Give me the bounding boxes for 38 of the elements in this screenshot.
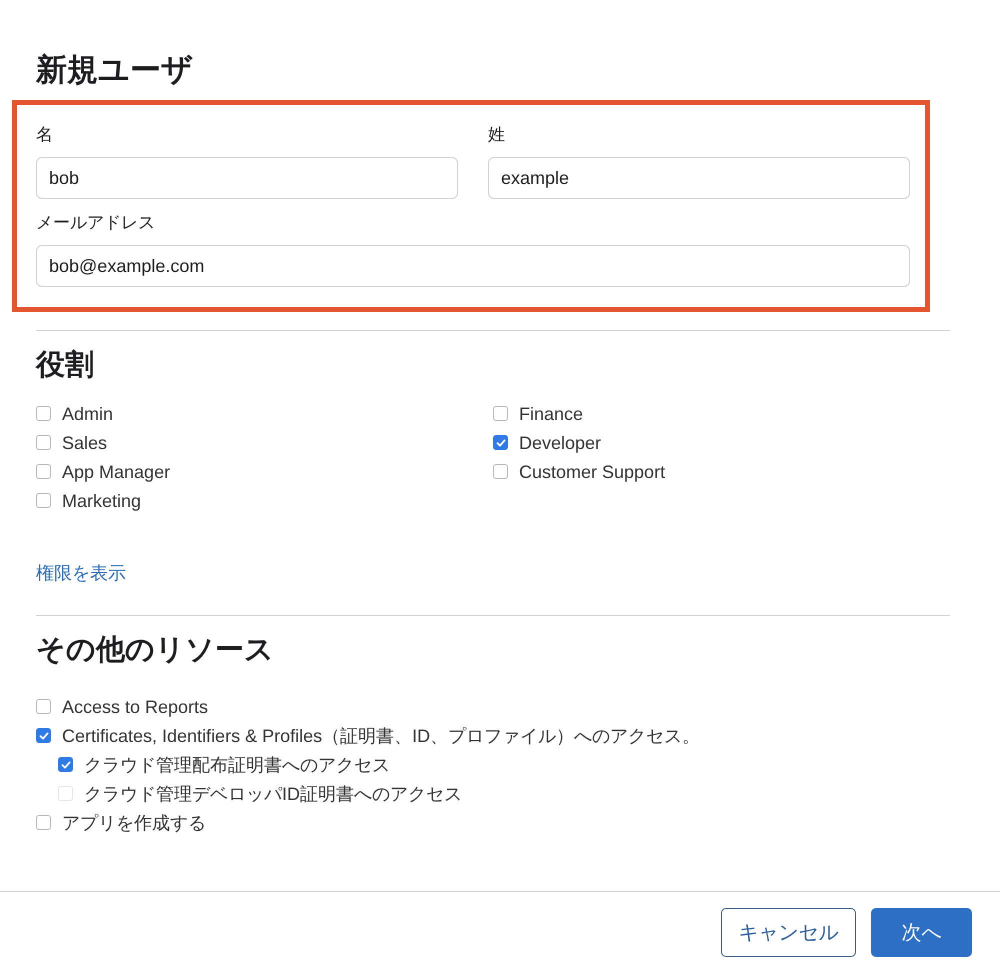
checkbox[interactable] (36, 699, 51, 714)
checkbox[interactable] (36, 728, 51, 743)
page-title: 新規ユーザ (36, 51, 194, 89)
check-icon (38, 730, 50, 742)
checkbox-label: Marketing (62, 490, 142, 512)
input-field[interactable]: example (488, 157, 910, 199)
checkbox-label: Developer (519, 432, 602, 454)
checkbox-label: クラウド管理デベロッパID証明書へのアクセス (84, 782, 462, 804)
input-field[interactable]: bob@example.com (36, 245, 910, 287)
checkbox[interactable] (36, 493, 51, 508)
next-button[interactable]: 次へ (871, 908, 972, 957)
permissions-link[interactable]: 権限を表示 (36, 561, 126, 585)
checkbox-label: アプリを作成する (62, 812, 206, 834)
check-icon (60, 758, 72, 770)
checkbox[interactable] (36, 435, 51, 450)
field-label: メールアドレス (36, 213, 156, 233)
cancel-button[interactable]: キャンセル (721, 908, 856, 957)
checkbox-label: Certificates, Identifiers & Profiles（証明書、ID、プロファイル）へのアクセス。 (62, 724, 700, 746)
checkbox-label: Sales (62, 432, 108, 454)
field-label: 姓 (488, 125, 506, 145)
checkbox[interactable] (36, 464, 51, 479)
checkbox[interactable] (493, 464, 508, 479)
checkbox-label: App Manager (62, 460, 170, 482)
checkbox-label: Customer Support (519, 460, 666, 482)
checkbox[interactable] (493, 406, 508, 421)
section-title: 役割 (36, 348, 95, 383)
checkbox-label: Finance (519, 402, 584, 424)
checkbox-label: クラウド管理配布証明書へのアクセス (84, 754, 390, 776)
checkbox-label: Access to Reports (62, 696, 208, 718)
checkbox[interactable] (493, 435, 508, 450)
field-label: 名 (36, 125, 54, 145)
checkbox[interactable] (36, 406, 51, 421)
input-field[interactable]: bob (36, 157, 458, 199)
section-title: その他のリソース (36, 633, 275, 668)
checkbox[interactable] (36, 815, 51, 830)
checkbox[interactable] (58, 757, 73, 772)
check-icon (494, 436, 506, 448)
checkbox-label: Admin (62, 402, 114, 424)
